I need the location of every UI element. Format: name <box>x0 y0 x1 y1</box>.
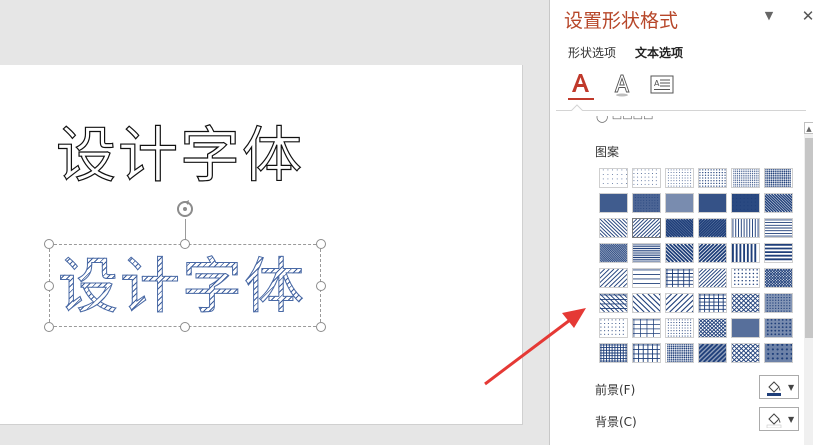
resize-handle-bottom-right[interactable] <box>316 322 326 332</box>
tab-shape-options[interactable]: 形状选项 <box>568 44 616 61</box>
pattern-swatch[interactable] <box>698 218 727 238</box>
background-color-button[interactable]: ▼ <box>759 407 799 431</box>
scrollbar-thumb[interactable] <box>805 138 813 338</box>
pattern-swatch[interactable] <box>665 193 694 213</box>
pattern-swatch[interactable] <box>698 193 727 213</box>
pattern-swatch[interactable] <box>665 343 694 363</box>
annotation-arrow-icon <box>484 308 586 386</box>
pattern-swatch[interactable] <box>632 168 661 188</box>
pattern-swatch[interactable] <box>731 168 760 188</box>
pattern-swatch[interactable] <box>764 268 793 288</box>
pattern-swatch[interactable] <box>599 318 628 338</box>
pane-title: 设置形状格式 <box>564 10 679 32</box>
scroll-up-icon[interactable]: ▲ <box>804 122 813 134</box>
pattern-swatch[interactable] <box>731 193 760 213</box>
foreground-label: 前景(F) <box>595 383 636 397</box>
pattern-swatch[interactable] <box>698 243 727 263</box>
pattern-swatch[interactable] <box>764 193 793 213</box>
pattern-label: 图案 <box>595 145 620 159</box>
resize-handle-bottom-left[interactable] <box>44 322 54 332</box>
chevron-down-icon[interactable]: ▼ <box>762 9 776 23</box>
text-effects-icon[interactable] <box>606 68 638 100</box>
chevron-down-icon: ▼ <box>788 415 795 424</box>
pattern-swatch[interactable] <box>665 318 694 338</box>
pattern-swatch[interactable] <box>599 168 628 188</box>
pattern-swatch[interactable] <box>632 343 661 363</box>
close-icon[interactable]: ✕ <box>800 8 813 24</box>
background-label: 背景(C) <box>595 415 637 429</box>
pane-body: ◯ ▭▭▭▭ 图案 前景(F) ▼ 背景(C) ▼ <box>556 116 802 445</box>
pattern-swatch[interactable] <box>764 218 793 238</box>
pattern-filled-text[interactable]: 设计字体 <box>58 247 328 327</box>
resize-handle-top-left[interactable] <box>44 239 54 249</box>
chevron-down-icon: ▼ <box>788 383 795 392</box>
active-tab-indicator <box>568 98 594 100</box>
pattern-swatch[interactable] <box>764 243 793 263</box>
textbox-icon[interactable]: A <box>646 68 678 100</box>
foreground-color-button[interactable]: ▼ <box>759 375 799 399</box>
pattern-grid <box>599 168 793 363</box>
pattern-swatch[interactable] <box>764 168 793 188</box>
pattern-swatch[interactable] <box>731 343 760 363</box>
pattern-swatch[interactable] <box>731 293 760 313</box>
resize-handle-top-right[interactable] <box>316 239 326 249</box>
pattern-swatch[interactable] <box>632 318 661 338</box>
pattern-swatch[interactable] <box>764 293 793 313</box>
partial-option-row: ◯ ▭▭▭▭ <box>596 116 654 123</box>
resize-handle-top[interactable] <box>180 239 190 249</box>
pattern-swatch[interactable] <box>698 318 727 338</box>
pattern-swatch[interactable] <box>698 343 727 363</box>
pattern-swatch[interactable] <box>731 243 760 263</box>
paint-bucket-icon <box>766 413 782 428</box>
resize-handle-bottom[interactable] <box>180 322 190 332</box>
pattern-swatch[interactable] <box>599 293 628 313</box>
pattern-swatch[interactable] <box>632 268 661 288</box>
pattern-swatch[interactable] <box>665 168 694 188</box>
pane-divider <box>556 110 806 111</box>
pattern-swatch[interactable] <box>599 268 628 288</box>
pane-scrollbar[interactable]: ▲ <box>804 122 813 445</box>
resize-handle-left[interactable] <box>44 281 54 291</box>
pattern-swatch[interactable] <box>698 293 727 313</box>
pattern-swatch[interactable] <box>665 268 694 288</box>
pattern-swatch[interactable] <box>599 218 628 238</box>
slide-canvas: 设计字体 设计字体 <box>0 0 549 445</box>
text-fill-outline-icon[interactable] <box>564 68 596 100</box>
pattern-swatch[interactable] <box>731 218 760 238</box>
tab-text-options[interactable]: 文本选项 <box>635 44 683 61</box>
pattern-swatch[interactable] <box>698 168 727 188</box>
pattern-swatch[interactable] <box>731 268 760 288</box>
pattern-swatch[interactable] <box>665 218 694 238</box>
outline-text-box[interactable]: 设计字体 <box>55 116 326 196</box>
pattern-swatch[interactable] <box>731 318 760 338</box>
rotate-handle-icon[interactable] <box>174 198 196 220</box>
pattern-swatch[interactable] <box>599 343 628 363</box>
pattern-swatch[interactable] <box>764 318 793 338</box>
resize-handle-right[interactable] <box>316 281 326 291</box>
paint-bucket-icon <box>767 381 781 396</box>
svg-text:A: A <box>654 79 660 88</box>
pattern-swatch[interactable] <box>599 193 628 213</box>
pattern-swatch[interactable] <box>632 193 661 213</box>
pattern-swatch[interactable] <box>665 293 694 313</box>
pattern-swatch[interactable] <box>764 343 793 363</box>
pattern-swatch[interactable] <box>632 243 661 263</box>
pattern-swatch[interactable] <box>599 243 628 263</box>
pattern-swatch[interactable] <box>665 243 694 263</box>
divider-notch <box>571 104 583 111</box>
pattern-swatch[interactable] <box>632 293 661 313</box>
pattern-swatch[interactable] <box>632 218 661 238</box>
pattern-swatch[interactable] <box>698 268 727 288</box>
